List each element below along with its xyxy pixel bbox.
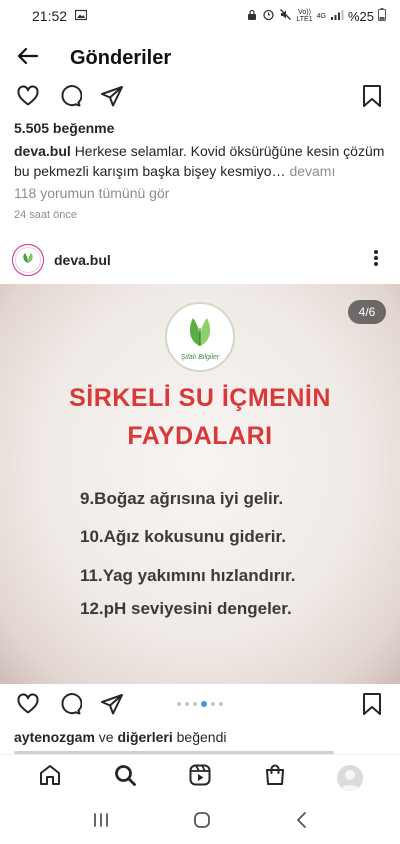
likes-count[interactable]: 5.505 beğenme (14, 120, 114, 136)
mute-icon (279, 8, 292, 24)
system-back-button[interactable] (294, 811, 308, 834)
lock-icon (246, 9, 258, 24)
volte-indicator: Vo)) LTE1 (296, 9, 313, 23)
bottom-nav (0, 754, 400, 800)
gallery-notification-icon (74, 8, 88, 24)
brand-logo: Şifalı Bilgiler (165, 302, 235, 372)
prev-post-actions (0, 78, 400, 118)
avatar[interactable] (12, 244, 44, 276)
status-time: 21:52 (32, 8, 68, 24)
bookmark-icon (361, 84, 383, 113)
post-header: deva.bul (0, 240, 400, 280)
reels-icon (188, 763, 212, 792)
comment-icon (58, 84, 83, 113)
nav-profile[interactable] (330, 758, 370, 798)
post-username[interactable]: deva.bul (54, 252, 111, 268)
post-options-button[interactable] (364, 248, 388, 272)
like-button[interactable] (14, 84, 42, 112)
battery-percent: %25 (347, 8, 374, 24)
caption-username[interactable]: deva.bul (14, 143, 71, 159)
signal-icon (330, 9, 344, 24)
image-title-line1: SİRKELİ SU İÇMENİN (69, 384, 331, 412)
leaf-logo-icon (181, 314, 219, 353)
page-title: Gönderiler (70, 46, 172, 69)
nav-search[interactable] (105, 758, 145, 798)
post-timestamp: 24 saat önce (14, 209, 77, 221)
benefit-item: 10.Ağız kokusunu giderir. (80, 527, 286, 546)
app-header: Gönderiler (0, 36, 400, 80)
back-button[interactable] (0, 36, 56, 80)
heart-icon (16, 84, 40, 113)
comment-button[interactable] (56, 84, 84, 112)
arrow-left-icon (16, 44, 40, 73)
carousel-counter: 4/6 (348, 300, 386, 324)
share-button[interactable] (98, 84, 126, 112)
caption-more-link[interactable]: devamı (289, 163, 335, 179)
search-icon (113, 763, 137, 792)
system-nav-bar (0, 800, 400, 844)
more-vertical-icon (373, 249, 379, 272)
post-image[interactable]: 4/6 Şifalı Bilgiler SİRKELİ SU İÇMENİN F… (0, 284, 400, 684)
send-icon (100, 84, 124, 113)
benefit-item: 9.Boğaz ağrısına iyi gelir. (80, 489, 284, 508)
profile-icon (337, 764, 364, 791)
carousel-dot (211, 702, 215, 706)
logo-text: Şifalı Bilgiler (180, 353, 220, 361)
benefit-item: 12.pH seviyesini dengeler. (80, 599, 292, 618)
recent-apps-button[interactable] (92, 812, 110, 833)
nav-shop[interactable] (255, 758, 295, 798)
alarm-icon (262, 8, 275, 24)
home-icon (38, 763, 62, 792)
liked-by-others[interactable]: diğerleri (118, 729, 173, 745)
carousel-dot-active (201, 701, 207, 707)
shop-icon (263, 763, 287, 792)
carousel-dot (177, 702, 181, 706)
status-bar: 21:52 Vo)) LTE1 4G %25 (0, 0, 400, 32)
carousel-dots (0, 701, 400, 707)
nav-reels[interactable] (180, 758, 220, 798)
save-button[interactable] (358, 84, 386, 112)
net-type-indicator: 4G (316, 12, 326, 20)
post-caption: deva.bul Herkese selamlar. Kovid öksürüğ… (14, 141, 386, 181)
leaf-logo-icon (20, 251, 36, 269)
carousel-dot (193, 702, 197, 706)
carousel-dot (219, 702, 223, 706)
liked-by-user[interactable]: aytenozgam (14, 729, 95, 745)
view-comments-link[interactable]: 118 yorumun tümünü gör (14, 185, 169, 201)
nav-home[interactable] (30, 758, 70, 798)
liked-by[interactable]: aytenozgam ve diğerleri beğendi (14, 729, 226, 745)
image-title-line2: FAYDALARI (127, 422, 273, 450)
carousel-dot (185, 702, 189, 706)
battery-icon (378, 8, 386, 24)
home-button[interactable] (193, 811, 211, 834)
benefit-item: 11.Yag yakımını hızlandırır. (80, 566, 296, 585)
